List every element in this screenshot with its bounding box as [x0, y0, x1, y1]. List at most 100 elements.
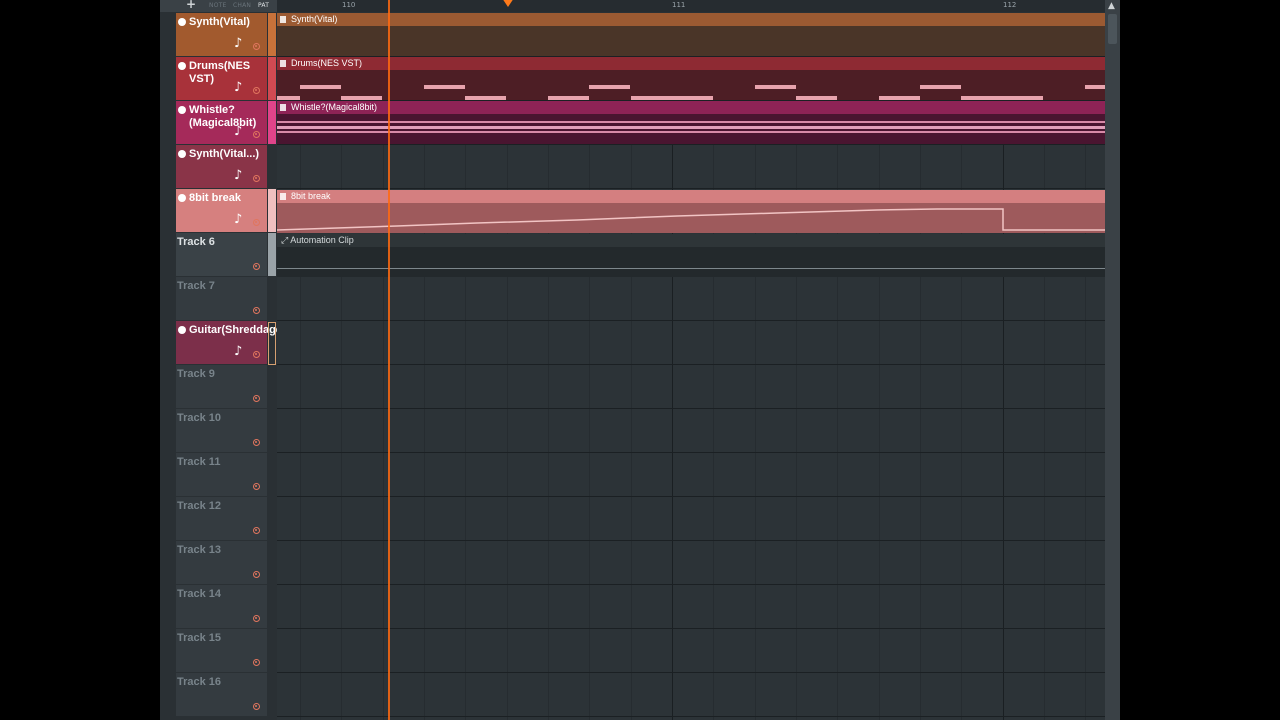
clip-title: Drums(NES VST) — [291, 58, 363, 68]
track-mute-icon[interactable] — [178, 150, 186, 158]
mode-pat-button[interactable]: PAT — [258, 2, 269, 9]
track-header-13[interactable]: Track 13 — [176, 541, 267, 584]
clip-title: Synth(Vital) — [291, 14, 338, 24]
clip-automation[interactable]: ⤢ Automation Clip — [277, 234, 1105, 277]
scroll-up-icon[interactable]: ▲ — [1108, 1, 1115, 11]
timeline-ruler[interactable]: 110 111 112 — [277, 0, 1105, 12]
record-arm-icon[interactable] — [253, 175, 260, 182]
row-divider — [277, 364, 1105, 365]
record-arm-icon[interactable] — [253, 571, 260, 578]
track-header-15[interactable]: Track 15 — [176, 629, 267, 672]
playlist-tools: + NOTE CHAN PAT — [176, 0, 276, 12]
track-mute-icon[interactable] — [178, 18, 186, 26]
instrument-note-icon: ♪ — [234, 36, 243, 51]
clip-drums[interactable]: Drums(NES VST) — [277, 57, 1105, 100]
track-color-strip — [268, 189, 276, 232]
mode-note-button[interactable]: NOTE — [209, 2, 226, 9]
bar-number-112: 112 — [1003, 1, 1017, 9]
record-arm-icon[interactable] — [253, 483, 260, 490]
track-name: Guitar(Shreddage) — [189, 324, 286, 336]
record-arm-icon[interactable] — [253, 131, 260, 138]
clip-menu-icon[interactable] — [280, 104, 286, 111]
record-arm-icon[interactable] — [253, 527, 260, 534]
row-divider — [277, 408, 1105, 409]
drum-note — [1085, 85, 1105, 89]
track-name: Track 16 — [177, 676, 222, 688]
record-arm-icon[interactable] — [253, 307, 260, 314]
track-header-6[interactable]: Track 6 — [176, 233, 267, 276]
whistle-note — [277, 121, 1105, 123]
track-header-7[interactable]: Track 7 — [176, 277, 267, 320]
drum-note — [465, 96, 506, 100]
playhead-marker-icon[interactable] — [502, 0, 514, 7]
track-name: Drums(NES VST) — [189, 60, 251, 85]
track-header-16[interactable]: Track 16 — [176, 673, 267, 716]
track-header-9[interactable]: Track 9 — [176, 365, 267, 408]
track-mute-icon[interactable] — [178, 194, 186, 202]
track-name: Track 12 — [177, 500, 222, 512]
drum-note — [796, 96, 837, 100]
track-name: Track 14 — [177, 588, 222, 600]
track-header-5[interactable]: 8bit break ♪ — [176, 189, 267, 232]
instrument-note-icon: ♪ — [234, 124, 243, 139]
record-arm-icon[interactable] — [253, 703, 260, 710]
clip-header[interactable]: Whistle?(Magical8bit) — [277, 101, 1105, 114]
record-arm-icon[interactable] — [253, 659, 260, 666]
row-divider — [277, 672, 1105, 673]
whistle-note — [277, 131, 1105, 133]
track-name: 8bit break — [189, 192, 241, 204]
record-arm-icon[interactable] — [253, 43, 260, 50]
track-header-11[interactable]: Track 11 — [176, 453, 267, 496]
clip-header[interactable]: Synth(Vital) — [277, 13, 1105, 26]
clip-whistle[interactable]: Whistle?(Magical8bit) — [277, 101, 1105, 144]
playhead[interactable] — [388, 0, 390, 720]
automation-line — [277, 268, 1105, 269]
record-arm-icon[interactable] — [253, 87, 260, 94]
drum-note — [341, 96, 382, 100]
track-header-4[interactable]: Synth(Vital...) ♪ — [176, 145, 267, 188]
track-mute-icon[interactable] — [178, 62, 186, 70]
track-name: Synth(Vital) — [189, 16, 250, 28]
track-color-strip — [268, 57, 276, 100]
record-arm-icon[interactable] — [253, 219, 260, 226]
track-header-3[interactable]: Whistle?(Magical8bit) ♪ — [176, 101, 267, 144]
track-header-14[interactable]: Track 14 — [176, 585, 267, 628]
drum-note — [424, 85, 465, 89]
break-envelope — [277, 208, 1105, 231]
clip-menu-icon[interactable] — [280, 60, 286, 67]
record-arm-icon[interactable] — [253, 351, 260, 358]
record-arm-icon[interactable] — [253, 439, 260, 446]
bar-number-111: 111 — [672, 1, 686, 9]
whistle-note — [277, 126, 1105, 129]
track-header-12[interactable]: Track 12 — [176, 497, 267, 540]
mode-chan-button[interactable]: CHAN — [233, 2, 251, 9]
track-header-8[interactable]: Guitar(Shreddage) ♪ — [176, 321, 286, 364]
clip-8bit-break[interactable]: 8bit break — [277, 190, 1105, 233]
clip-title: ⤢ Automation Clip — [281, 235, 354, 245]
record-arm-icon[interactable] — [253, 263, 260, 270]
track-name: Whistle?(Magical8bit) — [189, 104, 257, 129]
playlist-grid[interactable]: Synth(Vital) Drums(NES VST) Whistle?(Mag… — [277, 13, 1105, 720]
clip-title: Whistle?(Magical8bit) — [291, 102, 378, 112]
clip-header[interactable]: Drums(NES VST) — [277, 57, 1105, 70]
row-divider — [277, 584, 1105, 585]
track-header-1[interactable]: Synth(Vital) ♪ — [176, 13, 267, 56]
playlist-toolbar: + NOTE CHAN PAT 110 111 112 — [160, 0, 1120, 12]
record-arm-icon[interactable] — [253, 395, 260, 402]
track-header-10[interactable]: Track 10 — [176, 409, 267, 452]
track-mute-icon[interactable] — [178, 326, 186, 334]
track-header-2[interactable]: Drums(NES VST) ♪ — [176, 57, 267, 100]
clip-synth-vital[interactable]: Synth(Vital) — [277, 13, 1105, 56]
track-headers: Synth(Vital) ♪ Drums(NES VST) ♪ Whistle?… — [176, 13, 286, 720]
vertical-scrollbar[interactable]: ▲ — [1105, 0, 1120, 720]
track-mute-icon[interactable] — [178, 106, 186, 114]
add-track-button[interactable]: + — [186, 0, 196, 11]
drum-note — [755, 85, 796, 89]
drum-note — [300, 85, 341, 89]
clip-header[interactable]: ⤢ Automation Clip — [277, 234, 1105, 247]
record-arm-icon[interactable] — [253, 615, 260, 622]
instrument-note-icon: ♪ — [234, 344, 243, 359]
drum-note — [961, 96, 1043, 100]
scrollbar-thumb[interactable] — [1108, 14, 1117, 44]
clip-menu-icon[interactable] — [280, 16, 286, 23]
